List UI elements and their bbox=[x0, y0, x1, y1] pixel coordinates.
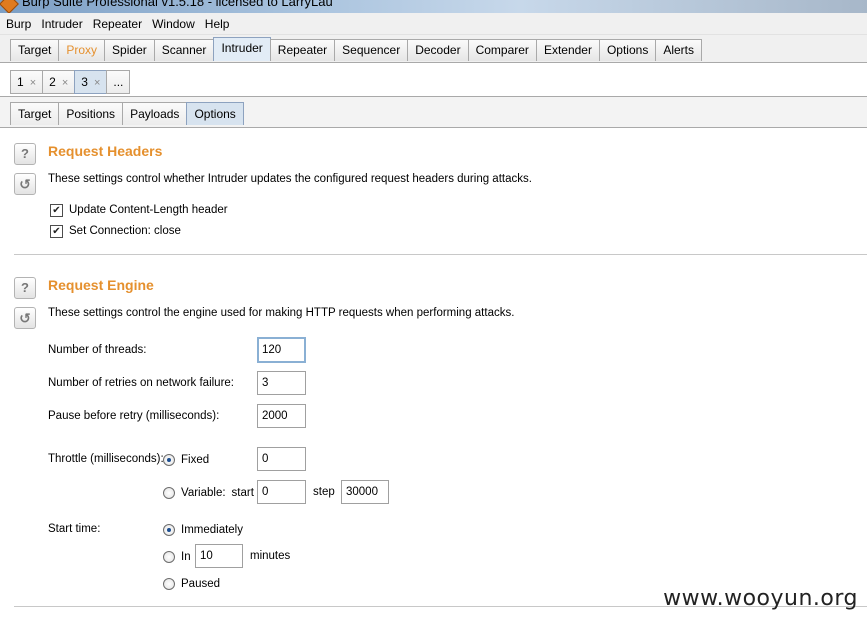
throttle-fixed-option[interactable]: Fixed bbox=[163, 452, 209, 468]
tab-proxy[interactable]: Proxy bbox=[58, 39, 106, 61]
start-in-minutes-input[interactable]: 10 bbox=[195, 544, 243, 568]
start-in-label: In bbox=[181, 551, 191, 563]
tab-extender[interactable]: Extender bbox=[535, 39, 600, 61]
tab-comparer[interactable]: Comparer bbox=[467, 39, 537, 61]
retries-input[interactable]: 3 bbox=[257, 371, 306, 395]
start-immediately-radio[interactable] bbox=[163, 524, 175, 536]
start-immediately-label: Immediately bbox=[181, 524, 243, 536]
pause-label: Pause before retry (milliseconds): bbox=[48, 410, 220, 422]
start-paused-radio[interactable] bbox=[163, 578, 175, 590]
burp-window: Burp Suite Professional v1.5.18 - licens… bbox=[0, 0, 867, 627]
start-in-option[interactable]: In bbox=[163, 549, 191, 565]
menu-repeater[interactable]: Repeater bbox=[87, 13, 146, 32]
help-icon[interactable]: ? bbox=[14, 143, 36, 165]
burp-logo-icon bbox=[0, 0, 19, 13]
throttle-step-label: step bbox=[313, 486, 335, 498]
start-immediately-option[interactable]: Immediately bbox=[163, 522, 243, 538]
update-content-length-option[interactable]: ✔ Update Content-Length header bbox=[50, 202, 228, 218]
attack-tab-2[interactable]: 2 × bbox=[42, 70, 76, 94]
set-connection-close-checkbox[interactable]: ✔ bbox=[50, 224, 63, 238]
main-tabs: Target Proxy Spider Scanner Intruder Rep… bbox=[10, 37, 703, 61]
new-attack-tab[interactable]: ... bbox=[106, 70, 131, 94]
attack-tab-1[interactable]: 1 × bbox=[10, 70, 44, 94]
tab-options[interactable]: Options bbox=[598, 39, 657, 61]
request-engine-description: These settings control the engine used f… bbox=[48, 307, 515, 319]
request-headers-description: These settings control whether Intruder … bbox=[48, 173, 532, 185]
start-in-radio[interactable] bbox=[163, 551, 175, 563]
options-panel: ? ↺ Request Headers These settings contr… bbox=[0, 128, 867, 627]
attack-tabs: 1 × 2 × 3 × ... bbox=[10, 70, 131, 94]
restore-defaults-icon[interactable]: ↺ bbox=[14, 307, 36, 329]
throttle-step-input[interactable]: 30000 bbox=[341, 480, 389, 504]
throttle-variable-radio[interactable] bbox=[163, 487, 175, 499]
start-time-label: Start time: bbox=[48, 523, 101, 535]
start-paused-label: Paused bbox=[181, 578, 221, 590]
throttle-variable-option[interactable]: Variable: start bbox=[163, 485, 254, 501]
menu-intruder[interactable]: Intruder bbox=[35, 13, 86, 32]
subtab-payloads[interactable]: Payloads bbox=[122, 102, 188, 125]
tab-spider[interactable]: Spider bbox=[104, 39, 155, 61]
menu-burp[interactable]: Burp bbox=[0, 13, 35, 32]
request-engine-title: Request Engine bbox=[48, 277, 154, 293]
tab-repeater[interactable]: Repeater bbox=[269, 39, 336, 61]
throttle-fixed-input[interactable]: 0 bbox=[257, 447, 306, 471]
update-content-length-label: Update Content-Length header bbox=[69, 204, 228, 216]
tab-intruder[interactable]: Intruder bbox=[213, 37, 271, 61]
subtab-options[interactable]: Options bbox=[186, 102, 244, 125]
close-icon[interactable]: × bbox=[94, 77, 100, 89]
title-bar: Burp Suite Professional v1.5.18 - licens… bbox=[0, 0, 867, 13]
tab-decoder[interactable]: Decoder bbox=[407, 39, 469, 61]
watermark: www.wooyun.org bbox=[663, 586, 858, 611]
close-icon[interactable]: × bbox=[30, 77, 36, 89]
tab-sequencer[interactable]: Sequencer bbox=[334, 39, 409, 61]
restore-defaults-icon[interactable]: ↺ bbox=[14, 173, 36, 195]
section-divider bbox=[14, 254, 867, 255]
update-content-length-checkbox[interactable]: ✔ bbox=[50, 203, 63, 217]
start-paused-option[interactable]: Paused bbox=[163, 576, 220, 592]
throttle-fixed-label: Fixed bbox=[181, 454, 210, 466]
throttle-fixed-radio[interactable] bbox=[163, 454, 175, 466]
threads-input[interactable]: 120 bbox=[257, 337, 306, 363]
menu-bar: Burp Intruder Repeater Window Help bbox=[0, 13, 867, 35]
menu-window[interactable]: Window bbox=[146, 13, 199, 32]
window-title: Burp Suite Professional v1.5.18 - licens… bbox=[22, 0, 333, 9]
request-headers-title: Request Headers bbox=[48, 143, 163, 159]
subtab-positions[interactable]: Positions bbox=[58, 102, 124, 125]
start-in-minutes-label: minutes bbox=[250, 550, 291, 562]
intruder-sub-tabs: Target Positions Payloads Options bbox=[10, 102, 244, 125]
retries-label: Number of retries on network failure: bbox=[48, 377, 234, 389]
menu-help[interactable]: Help bbox=[199, 13, 234, 32]
attack-tabs-row: 1 × 2 × 3 × ... bbox=[0, 63, 867, 97]
threads-label: Number of threads: bbox=[48, 344, 147, 356]
throttle-label: Throttle (milliseconds): bbox=[48, 453, 164, 465]
throttle-start-input[interactable]: 0 bbox=[257, 480, 306, 504]
attack-tab-3[interactable]: 3 × bbox=[74, 70, 108, 94]
tab-alerts[interactable]: Alerts bbox=[655, 39, 703, 61]
throttle-start-label: start bbox=[231, 487, 254, 499]
tab-target[interactable]: Target bbox=[10, 39, 60, 61]
set-connection-close-option[interactable]: ✔ Set Connection: close bbox=[50, 223, 181, 239]
help-icon[interactable]: ? bbox=[14, 277, 36, 299]
set-connection-close-label: Set Connection: close bbox=[69, 225, 181, 237]
pause-input[interactable]: 2000 bbox=[257, 404, 306, 428]
intruder-sub-tabs-row: Target Positions Payloads Options bbox=[0, 97, 867, 127]
close-icon[interactable]: × bbox=[62, 77, 68, 89]
subtab-target[interactable]: Target bbox=[10, 102, 60, 125]
tab-scanner[interactable]: Scanner bbox=[153, 39, 215, 61]
throttle-variable-label: Variable: bbox=[181, 487, 226, 499]
main-tabs-row: Target Proxy Spider Scanner Intruder Rep… bbox=[0, 35, 867, 63]
